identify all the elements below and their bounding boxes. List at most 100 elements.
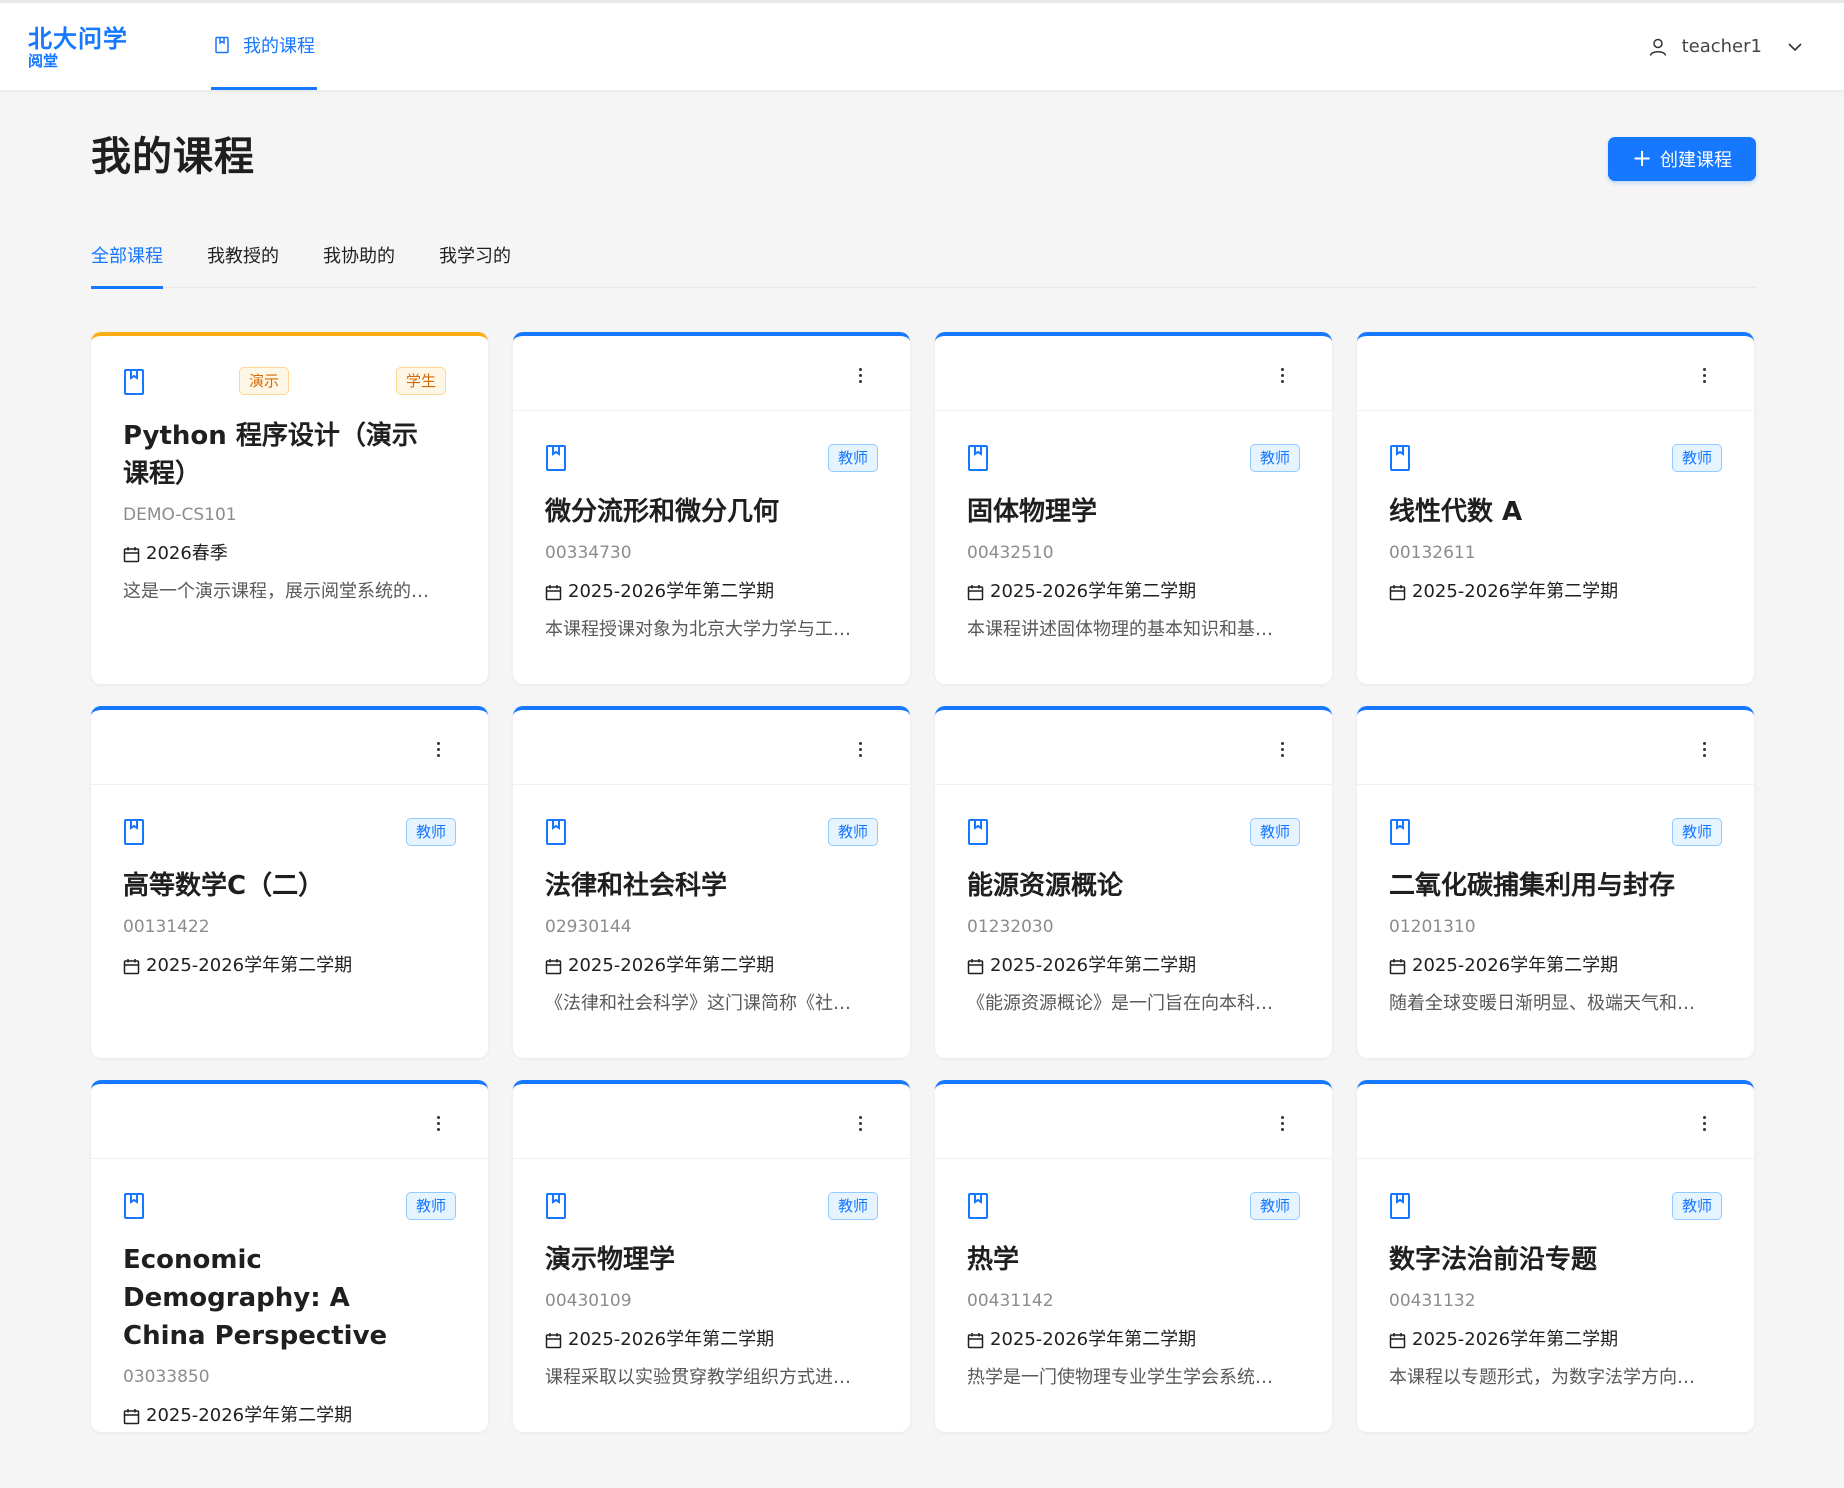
course-title: 高等数学C（二） <box>123 871 325 901</box>
card-top-row: 教师 <box>545 1191 878 1221</box>
card-body: 教师 能源资源概论 01232030 2025-2026学年第二学期 《能源资源概论》是… <box>935 785 1332 1017</box>
course-card[interactable]: 教师 热学 00431142 2025-2026学年第二学期 热学是一门使物理专业学生学… <box>935 1080 1332 1432</box>
course-term: 2025-2026学年第二学期 <box>967 1327 1300 1353</box>
more-icon[interactable] <box>428 1110 448 1136</box>
role-badge: 教师 <box>827 1192 878 1220</box>
card-header <box>1357 336 1754 411</box>
calendar-icon <box>545 584 562 600</box>
course-term: 2025-2026学年第二学期 <box>967 579 1300 605</box>
course-title: 演示物理学 <box>545 1245 676 1275</box>
book-icon <box>1390 445 1410 471</box>
more-icon[interactable] <box>1272 362 1292 388</box>
book-icon <box>546 1193 566 1219</box>
role-badge: 教师 <box>1671 818 1722 846</box>
course-term: 2025-2026学年第二学期 <box>1389 953 1722 979</box>
course-term: 2025-2026学年第二学期 <box>545 579 878 605</box>
create-course-label: 创建课程 <box>1660 150 1733 171</box>
role-badge: 教师 <box>1671 444 1722 472</box>
course-card[interactable]: 教师 数字法治前沿专题 00431132 2025-2026学年第二学期 本课程以专题形… <box>1357 1080 1754 1432</box>
more-icon[interactable] <box>1272 736 1292 762</box>
card-top-row: 教师 <box>123 817 456 847</box>
course-card[interactable]: 教师 能源资源概论 01232030 2025-2026学年第二学期 《能源资源概论》是… <box>935 706 1332 1058</box>
more-icon[interactable] <box>1272 1110 1292 1136</box>
calendar-icon <box>123 546 140 562</box>
course-card[interactable]: 教师 法律和社会科学 02930144 2025-2026学年第二学期 《法律和社会科学… <box>513 706 910 1058</box>
card-header <box>91 710 488 785</box>
card-top-row: 教师 <box>1389 817 1722 847</box>
course-term: 2025-2026学年第二学期 <box>1389 579 1722 605</box>
card-top-row: 教师 <box>545 443 878 473</box>
course-card[interactable]: 教师线性代数 A 00132611 2025-2026学年第二学期 <box>1357 332 1754 684</box>
role-badge: 教师 <box>1671 1192 1722 1220</box>
more-icon[interactable] <box>850 736 870 762</box>
course-card[interactable]: 教师 高等数学C（二） 00131422 2025-2026学年第二学期 <box>91 706 488 1058</box>
calendar-icon <box>1389 584 1406 600</box>
course-title: 二氧化碳捕集利用与封存 <box>1389 871 1676 901</box>
course-term-text: 2025-2026学年第二学期 <box>146 955 353 976</box>
card-top-row: 教师 <box>545 817 878 847</box>
course-term-text: 2025-2026学年第二学期 <box>990 955 1197 976</box>
logo[interactable]: 北大问学 阅堂 <box>28 25 128 69</box>
course-card[interactable]: 教师 微分流形和微分几何 00334730 2025-2026学年第二学期 本课程授课对… <box>513 332 910 684</box>
course-card[interactable]: 演示 学生 Python 程序设计（演示课程） DEMO-CS101 2026春季 这是一… <box>91 332 488 684</box>
tab-all-courses[interactable]: 全部课程 <box>91 236 163 289</box>
course-card[interactable]: 教师 Economic Demography: A China Perspecti… <box>91 1080 488 1432</box>
course-card[interactable]: 教师 固体物理学 00432510 2025-2026学年第二学期 本课程讲述固体物理的… <box>935 332 1332 684</box>
course-term-text: 2025-2026学年第二学期 <box>568 1329 775 1350</box>
course-title: 微分流形和微分几何 <box>545 497 780 527</box>
course-code: 00431132 <box>1389 1291 1476 1311</box>
course-description: 本课程授课对象为北京大学力学与工程科学系学生 <box>545 619 865 640</box>
course-title: 线性代数 A <box>1389 497 1523 527</box>
more-icon[interactable] <box>428 736 448 762</box>
tab-assisting[interactable]: 我协助的 <box>323 236 395 288</box>
course-card[interactable]: 教师 二氧化碳捕集利用与封存 01201310 2025-2026学年第二学期 随着全球… <box>1357 706 1754 1058</box>
nav-my-courses[interactable]: 我的课程 <box>211 3 317 90</box>
course-card[interactable]: 教师 演示物理学 00430109 2025-2026学年第二学期 课程采取以实验贯穿教… <box>513 1080 910 1432</box>
card-header <box>935 710 1332 785</box>
course-title: 固体物理学 <box>967 497 1098 527</box>
course-term: 2025-2026学年第二学期 <box>545 953 878 979</box>
calendar-icon <box>967 584 984 600</box>
course-description: 热学是一门使物理专业学生学会系统地认识热现象的课程 <box>967 1367 1287 1388</box>
calendar-icon <box>1389 1332 1406 1348</box>
logo-main-text: 北大问学 <box>28 25 128 53</box>
course-term: 2026春季 <box>123 541 456 567</box>
tab-teaching[interactable]: 我教授的 <box>207 236 279 288</box>
book-icon <box>968 445 988 471</box>
course-term-text: 2025-2026学年第二学期 <box>990 1329 1197 1350</box>
card-header <box>935 336 1332 411</box>
top-header: 北大问学 阅堂 我的课程 teacher1 <box>0 0 1844 90</box>
more-icon[interactable] <box>850 362 870 388</box>
more-icon[interactable] <box>850 1110 870 1136</box>
course-grid: 演示 学生 Python 程序设计（演示课程） DEMO-CS101 2026春季 这是一… <box>91 332 1756 1432</box>
calendar-icon <box>545 958 562 974</box>
course-term-text: 2025-2026学年第二学期 <box>1412 1329 1619 1350</box>
course-term: 2025-2026学年第二学期 <box>123 1403 456 1429</box>
book-icon <box>968 1193 988 1219</box>
user-menu[interactable]: teacher1 <box>1648 3 1804 90</box>
tab-learning[interactable]: 我学习的 <box>439 236 511 288</box>
book-icon <box>215 36 229 54</box>
card-body: 教师 微分流形和微分几何 00334730 2025-2026学年第二学期 本课程授课对… <box>513 411 910 643</box>
course-title: Economic Demography: A China Perspective <box>123 1245 388 1351</box>
card-header <box>513 1084 910 1159</box>
more-icon[interactable] <box>1694 362 1714 388</box>
role-badge: 教师 <box>1249 444 1300 472</box>
calendar-icon <box>967 958 984 974</box>
course-term: 2025-2026学年第二学期 <box>545 1327 878 1353</box>
book-icon <box>124 1193 144 1219</box>
course-code: 00431142 <box>967 1291 1054 1311</box>
role-badge: 教师 <box>827 444 878 472</box>
user-icon <box>1649 38 1666 56</box>
course-term-text: 2025-2026学年第二学期 <box>146 1405 353 1426</box>
course-code: 00132611 <box>1389 543 1476 563</box>
create-course-button[interactable]: + 创建课程 <box>1608 137 1756 181</box>
role-badge: 教师 <box>1249 1192 1300 1220</box>
card-header <box>1357 710 1754 785</box>
more-icon[interactable] <box>1694 1110 1714 1136</box>
logo-sub-text: 阅堂 <box>28 52 59 70</box>
course-code: 02930144 <box>545 917 632 937</box>
book-icon <box>546 819 566 845</box>
card-body: 教师 Economic Demography: A China Perspecti… <box>91 1159 488 1432</box>
more-icon[interactable] <box>1694 736 1714 762</box>
